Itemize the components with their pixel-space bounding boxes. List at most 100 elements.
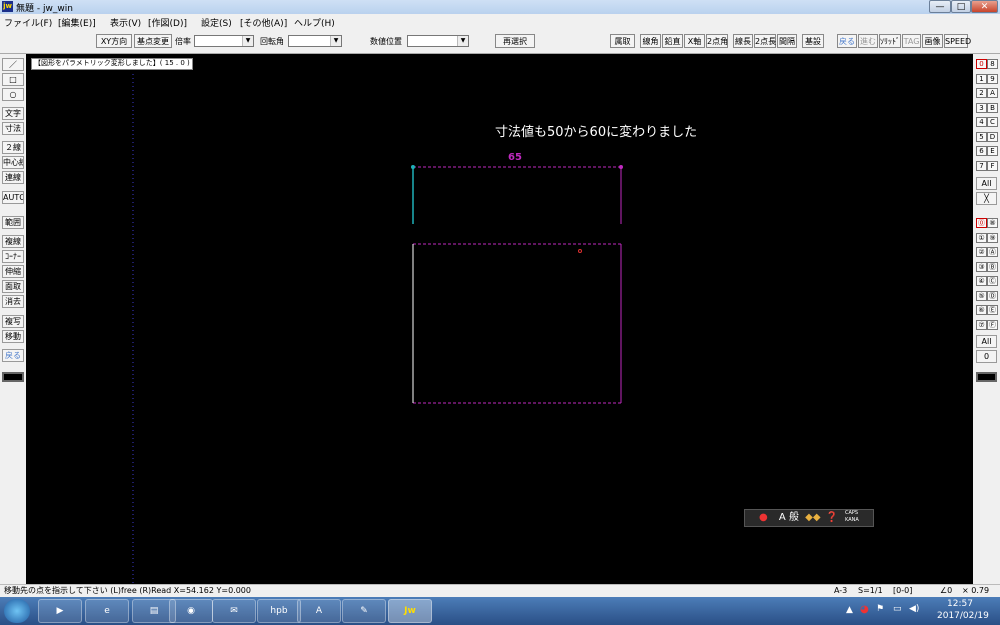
layer-button-7-1[interactable]: F <box>987 160 998 171</box>
antivirus-icon[interactable]: ◕ <box>860 604 869 615</box>
status-angle[interactable]: ∠0 <box>940 585 952 597</box>
tag-button[interactable]: TAG <box>902 34 921 48</box>
chrome-icon[interactable]: ◉ <box>169 599 213 623</box>
tool-stretch[interactable]: 伸縮 <box>2 265 24 278</box>
layer-button-2-0[interactable]: 2 <box>976 88 987 98</box>
internet-explorer-icon[interactable]: e <box>85 599 129 623</box>
layer-button-5-0[interactable]: 5 <box>976 131 987 142</box>
status-paper[interactable]: A-3 <box>834 585 847 597</box>
layer-group-button-0-1[interactable]: ⑧ <box>987 218 998 228</box>
layer-button-2-1[interactable]: A <box>987 88 998 98</box>
network-icon[interactable]: ▭ <box>893 604 902 614</box>
menu-file[interactable]: ファイル(F) <box>4 16 52 29</box>
layer-button-5-1[interactable]: D <box>987 131 998 142</box>
layer-group-button-1-1[interactable]: ⑨ <box>987 232 998 243</box>
tool-corner[interactable]: ｺｰﾅｰ <box>2 250 24 263</box>
line-angle-button[interactable]: 線角 <box>640 34 661 48</box>
layer-button-1-0[interactable]: 1 <box>976 73 987 84</box>
tool-range[interactable]: 範囲 <box>2 216 24 229</box>
layer-button-0-0[interactable]: 0 <box>976 59 987 69</box>
tool-double-line[interactable]: ２線 <box>2 141 24 154</box>
tool-center-line[interactable]: 中心線 <box>2 156 24 169</box>
reselect-button[interactable]: 再選択 <box>495 34 535 48</box>
layer-group-button-6-0[interactable]: ⑥ <box>976 305 987 315</box>
layer-group-button-0-0[interactable]: ⓪ <box>976 218 987 228</box>
tool-rectangle[interactable]: □ <box>2 73 24 86</box>
menu-edit[interactable]: [編集(E)] <box>58 16 96 29</box>
layer-group-button-4-0[interactable]: ④ <box>976 276 987 286</box>
layer-button-3-0[interactable]: 3 <box>976 102 987 113</box>
layer-group-button-2-1[interactable]: Ⓐ <box>987 247 998 257</box>
base-set-button[interactable]: 基設 <box>802 34 824 48</box>
line-length-button[interactable]: 線長 <box>733 34 753 48</box>
two-point-length-button[interactable]: 2点長 <box>754 34 776 48</box>
attr-pick-button[interactable]: 属取 <box>610 34 635 48</box>
base-change-button[interactable]: 基点変更 <box>134 34 172 48</box>
layer-all-button[interactable]: All <box>976 177 997 190</box>
layer-button-7-0[interactable]: 7 <box>976 160 987 171</box>
tool-line[interactable]: ／ <box>2 58 24 71</box>
tool-chamfer[interactable]: 面取 <box>2 280 24 293</box>
layer-color-indicator[interactable] <box>976 372 997 382</box>
status-scale[interactable]: S=1/1 <box>858 585 883 597</box>
tool-text[interactable]: 文字 <box>2 107 24 120</box>
menu-help[interactable]: ヘルプ(H) <box>294 16 335 29</box>
layer-group-button-4-1[interactable]: Ⓒ <box>987 276 998 286</box>
group-all-button[interactable]: All <box>976 335 997 348</box>
status-layer[interactable]: [0-0] <box>893 585 912 597</box>
menu-other[interactable]: [その他(A)] <box>240 16 287 29</box>
layer-button-0-1[interactable]: 8 <box>987 59 998 69</box>
solid-button[interactable]: ｿﾘｯﾄﾞ <box>879 34 901 48</box>
tool-move[interactable]: 移動 <box>2 330 24 343</box>
x-axis-button[interactable]: X軸 <box>684 34 705 48</box>
autocad-icon[interactable]: A <box>297 599 341 623</box>
clock-time[interactable]: 12:57 <box>947 599 973 609</box>
layer-group-button-3-0[interactable]: ③ <box>976 261 987 272</box>
numpos-combo[interactable]: ▼ <box>407 35 469 47</box>
volume-icon[interactable]: ◀) <box>909 604 919 614</box>
jw-cad-icon[interactable]: Jw <box>388 599 432 623</box>
line-style-indicator[interactable] <box>2 372 24 382</box>
hpb-icon[interactable]: hpb <box>257 599 301 623</box>
speed-button[interactable]: SPEED <box>944 34 971 48</box>
vertical-button[interactable]: 鉛直 <box>662 34 683 48</box>
layer-group-button-5-1[interactable]: Ⓓ <box>987 290 998 301</box>
ime-pad-icon[interactable]: ◆◆ <box>805 512 820 523</box>
xy-direction-button[interactable]: XY方向 <box>96 34 132 48</box>
flag-icon[interactable]: ⚑ <box>876 604 884 614</box>
ime-pin-icon[interactable]: ● <box>759 512 768 523</box>
tool-dimension[interactable]: 寸法 <box>2 122 24 135</box>
scale-combo[interactable]: ▼ <box>194 35 254 47</box>
close-button[interactable]: ✕ <box>971 0 998 13</box>
tool-offset-line[interactable]: 複線 <box>2 235 24 248</box>
layer-cross-button[interactable]: ╳ <box>976 192 997 205</box>
rotation-combo[interactable]: ▼ <box>288 35 342 47</box>
status-zoom[interactable]: × 0.79 <box>962 585 989 597</box>
maximize-button[interactable]: □ <box>951 0 971 13</box>
layer-group-button-7-1[interactable]: Ⓕ <box>987 319 998 330</box>
tool-continuous-line[interactable]: 連線 <box>2 171 24 184</box>
menu-settings[interactable]: 設定(S) <box>201 16 232 29</box>
layer-button-1-1[interactable]: 9 <box>987 73 998 84</box>
layer-button-4-0[interactable]: 4 <box>976 117 987 127</box>
clock-date[interactable]: 2017/02/19 <box>937 611 989 621</box>
minimize-button[interactable]: — <box>929 0 951 13</box>
forward-button[interactable]: 進む <box>858 34 878 48</box>
tool-auto[interactable]: AUTO <box>2 191 24 204</box>
tool-copy[interactable]: 複写 <box>2 315 24 328</box>
layer-button-4-1[interactable]: C <box>987 117 998 127</box>
menu-draw[interactable]: [作図(D)] <box>148 16 187 29</box>
menu-view[interactable]: 表示(V) <box>110 16 141 29</box>
layer-group-button-3-1[interactable]: Ⓑ <box>987 261 998 272</box>
interval-button[interactable]: 間隔 <box>777 34 797 48</box>
tool-circle[interactable]: ○ <box>2 88 24 101</box>
tray-arrow-icon[interactable]: ▲ <box>846 605 853 615</box>
media-player-icon[interactable]: ▶ <box>38 599 82 623</box>
layer-button-6-1[interactable]: E <box>987 146 998 156</box>
ime-mode-label[interactable]: A 般 <box>779 512 799 523</box>
tool-undo[interactable]: 戻る <box>2 349 24 362</box>
ime-help-icon[interactable]: ❓ <box>826 512 838 523</box>
image-button[interactable]: 画像 <box>922 34 943 48</box>
tool-erase[interactable]: 消去 <box>2 295 24 308</box>
two-point-angle-button[interactable]: 2点角 <box>706 34 728 48</box>
